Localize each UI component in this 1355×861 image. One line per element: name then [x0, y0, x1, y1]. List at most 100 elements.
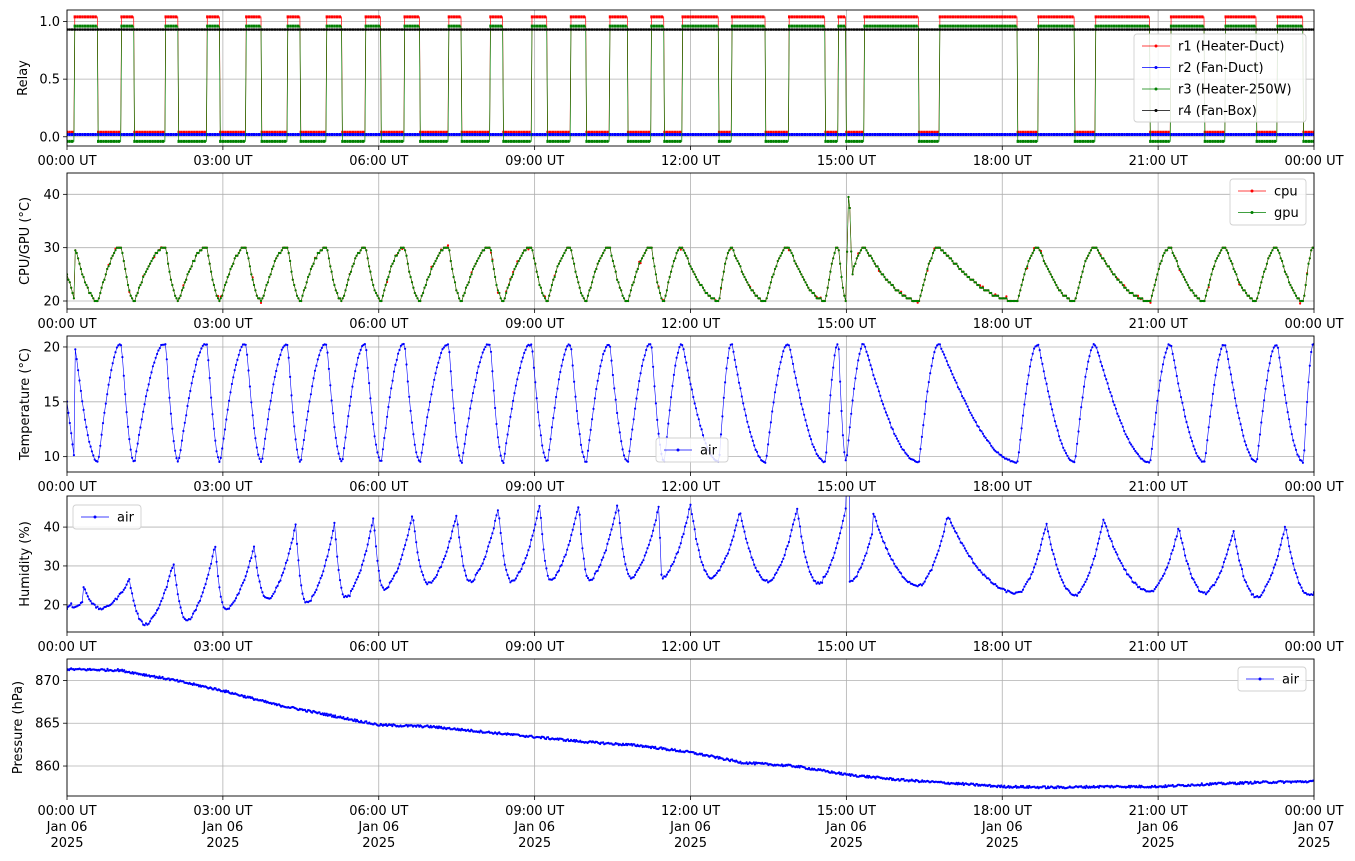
x-tick-label: 06:00 UT [349, 154, 408, 169]
x-date-label: Jan 06 [202, 820, 244, 835]
y-tick-label: 15 [43, 395, 60, 410]
legend: cpu gpu [1229, 178, 1307, 226]
x-tick-label: 00:00 UT [37, 480, 96, 495]
legend-marker [1154, 87, 1158, 91]
y-tick-label: 20 [43, 598, 60, 613]
legend-marker [1154, 109, 1158, 112]
legend-label: cpu [1274, 185, 1298, 200]
x-tick-label: 03:00 UT [193, 317, 252, 332]
y-axis-label: Pressure (hPa) [11, 681, 26, 774]
y-tick-label: 860 [35, 760, 60, 775]
x-tick-label: 18:00 UT [973, 640, 1032, 655]
x-tick-label: 12:00 UT [661, 804, 720, 819]
x-tick-label: 09:00 UT [505, 317, 564, 332]
x-tick-label: 12:00 UT [661, 640, 720, 655]
x-tick-label: 00:00 UT [37, 154, 96, 169]
x-year-label: 2025 [518, 836, 551, 851]
x-tick-label: 09:00 UT [505, 804, 564, 819]
legend: air [655, 437, 729, 463]
legend: air [1237, 666, 1307, 692]
x-date-label: Jan 06 [513, 820, 555, 835]
y-axis-label: Temperature (°C) [18, 348, 33, 461]
x-tick-label: 00:00 UT [37, 804, 96, 819]
x-tick-label: 06:00 UT [349, 480, 408, 495]
x-tick-label: 15:00 UT [817, 804, 876, 819]
legend-marker [1258, 677, 1262, 681]
y-tick-label: 0.5 [39, 73, 60, 88]
panel-2: 20 30 40 CPU/GPU (°C) 00:00 UT 03:00 UT 06:00 … [18, 172, 1344, 332]
legend-label: gpu [1274, 206, 1299, 221]
legend-label: r3 (Heater-250W) [1178, 83, 1292, 98]
x-tick-label: 18:00 UT [973, 154, 1032, 169]
x-date-label: Jan 07 [1293, 820, 1335, 835]
x-year-label: 2025 [674, 836, 707, 851]
legend-marker [676, 448, 680, 452]
x-tick-label: 03:00 UT [193, 154, 252, 169]
x-tick-label: 06:00 UT [349, 804, 408, 819]
x-tick-label: 15:00 UT [817, 317, 876, 332]
y-tick-label: 865 [35, 717, 60, 732]
legend-marker [93, 515, 97, 519]
legend-label: air [1282, 673, 1300, 688]
legend-label: r4 (Fan-Box) [1178, 104, 1257, 119]
x-date-label: Jan 06 [357, 820, 399, 835]
y-tick-label: 10 [43, 450, 60, 465]
y-tick-label: 30 [43, 241, 60, 256]
x-tick-label: 03:00 UT [193, 804, 252, 819]
x-tick-label: 21:00 UT [1129, 317, 1188, 332]
x-tick-label: 06:00 UT [349, 640, 408, 655]
x-tick-label: 21:00 UT [1129, 480, 1188, 495]
x-tick-label: 09:00 UT [505, 154, 564, 169]
x-date-label: Jan 06 [669, 820, 711, 835]
y-tick-label: 1.0 [39, 15, 60, 30]
x-date-label: Jan 06 [1137, 820, 1179, 835]
legend-marker [1154, 66, 1158, 69]
y-tick-label: 0.0 [39, 130, 60, 145]
panel-3: 10 15 20 Temperature (°C) 00:00 UT 03:00 UT 06… [18, 335, 1344, 495]
y-axis-label: Relay [16, 60, 31, 96]
x-date-label: Jan 06 [46, 820, 88, 835]
x-year-label: 2025 [830, 836, 863, 851]
x-tick-label: 12:00 UT [661, 154, 720, 169]
legend-label: air [117, 511, 135, 526]
x-year-label: 2025 [50, 836, 83, 851]
x-year-label: 2025 [1297, 836, 1330, 851]
x-year-label: 2025 [1142, 836, 1175, 851]
legend-marker [1250, 211, 1254, 214]
x-year-label: 2025 [206, 836, 239, 851]
x-tick-label: 09:00 UT [505, 640, 564, 655]
x-tick-label: 18:00 UT [973, 804, 1032, 819]
y-tick-label: 870 [35, 674, 60, 689]
x-tick-label: 15:00 UT [817, 480, 876, 495]
x-tick-label: 00:00 UT [1284, 640, 1343, 655]
legend-label: r1 (Heater-Duct) [1178, 40, 1284, 55]
x-tick-label: 21:00 UT [1129, 640, 1188, 655]
legend: r1 (Heater-Duct) r2 (Fan-Duct) r3 (Heater-… [1133, 33, 1307, 123]
x-tick-label: 00:00 UT [37, 640, 96, 655]
x-tick-label: 21:00 UT [1129, 804, 1188, 819]
x-tick-label: 00:00 UT [37, 317, 96, 332]
x-year-label: 2025 [986, 836, 1019, 851]
y-tick-label: 40 [43, 521, 60, 536]
x-tick-label: 03:00 UT [193, 480, 252, 495]
x-tick-label: 00:00 UT [1284, 317, 1343, 332]
x-tick-label: 12:00 UT [661, 317, 720, 332]
panel-1: 0.0 0.5 1.0 Relay 00:00 UT 03:00 UT 06:00 UT 09… [16, 9, 1344, 169]
figure: 0.0 0.5 1.0 Relay 00:00 UT 03:00 UT 06:00 UT 09… [11, 9, 1344, 851]
x-tick-label: 18:00 UT [973, 480, 1032, 495]
y-tick-label: 20 [43, 340, 60, 355]
x-tick-label: 03:00 UT [193, 640, 252, 655]
x-tick-label: 12:00 UT [661, 480, 720, 495]
x-tick-label: 21:00 UT [1129, 154, 1188, 169]
x-tick-label: 18:00 UT [973, 317, 1032, 332]
x-year-label: 2025 [362, 836, 395, 851]
x-date-label: Jan 06 [825, 820, 867, 835]
x-tick-label: 00:00 UT [1284, 154, 1343, 169]
x-tick-label: 00:00 UT [1284, 804, 1343, 819]
legend-marker [1154, 44, 1158, 48]
y-axis-label: CPU/GPU (°C) [18, 197, 33, 285]
x-tick-label: 09:00 UT [505, 480, 564, 495]
panel-5: 860865870Pressure (hPa)00:00 UTJan 06202… [11, 658, 1344, 851]
legend-marker [1250, 189, 1254, 193]
legend-label: air [700, 444, 718, 459]
